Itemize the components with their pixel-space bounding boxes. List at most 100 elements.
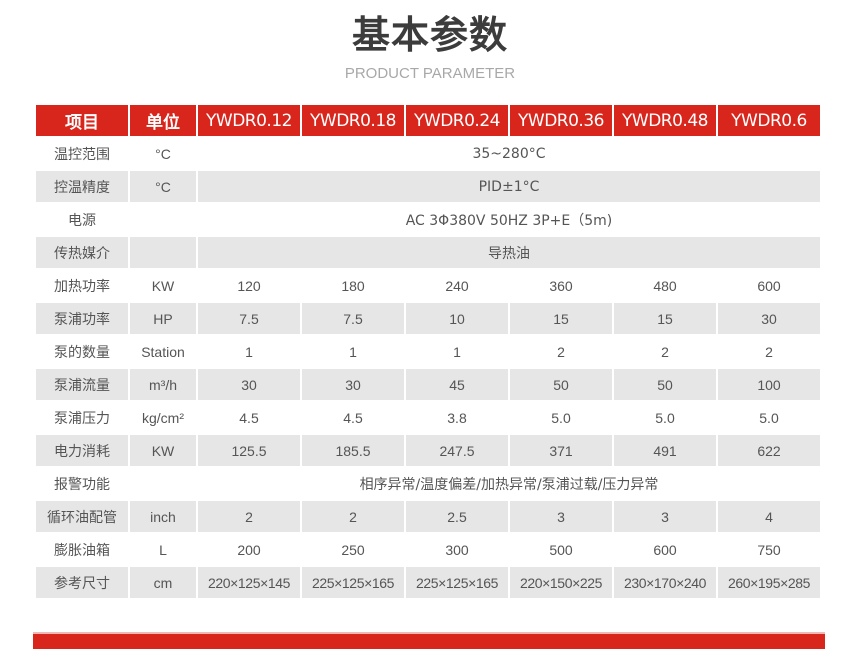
row-cell: 3 [614, 501, 716, 532]
header-unit: 单位 [130, 105, 196, 136]
row-cell: 120 [198, 270, 300, 301]
row-cell: 5.0 [510, 402, 612, 433]
row-cell: 1 [198, 336, 300, 367]
table-row-expansion-tank: 膨胀油箱 L 200 250 300 500 600 750 [36, 534, 820, 565]
table-row-medium: 传热媒介 导热油 [36, 237, 820, 268]
row-label: 电源 [36, 204, 128, 235]
row-label: 温控范围 [36, 138, 128, 169]
row-label: 参考尺寸 [36, 567, 128, 598]
row-unit: Station [130, 336, 196, 367]
row-cell: 371 [510, 435, 612, 466]
footer-accent-bar [33, 632, 825, 649]
row-value: 相序异常/温度偏差/加热异常/泵浦过载/压力异常 [198, 468, 820, 499]
table-header-row: 项目 单位 YWDR0.12 YWDR0.18 YWDR0.24 YWDR0.3… [36, 105, 820, 136]
row-cell: 180 [302, 270, 404, 301]
row-cell: 600 [614, 534, 716, 565]
row-cell: 4.5 [302, 402, 404, 433]
row-label: 泵浦功率 [36, 303, 128, 334]
row-value: 35~280°C [198, 138, 820, 169]
row-unit: °C [130, 171, 196, 202]
row-cell: 1 [406, 336, 508, 367]
header-item: 项目 [36, 105, 128, 136]
table-row-power-supply: 电源 AC 3Φ380V 50HZ 3P+E（5m) [36, 204, 820, 235]
row-cell: 30 [718, 303, 820, 334]
row-cell: 600 [718, 270, 820, 301]
row-cell: 2 [614, 336, 716, 367]
row-cell: 4.5 [198, 402, 300, 433]
row-cell: 240 [406, 270, 508, 301]
row-unit [130, 237, 196, 268]
row-label: 泵浦流量 [36, 369, 128, 400]
row-cell: 2.5 [406, 501, 508, 532]
row-unit: inch [130, 501, 196, 532]
row-cell: 5.0 [614, 402, 716, 433]
row-cell: 480 [614, 270, 716, 301]
row-cell: 50 [614, 369, 716, 400]
header-model: YWDR0.12 [198, 105, 300, 136]
row-value: 导热油 [198, 237, 820, 268]
row-cell: 225×125×165 [406, 567, 508, 598]
row-unit [130, 204, 196, 235]
row-unit: L [130, 534, 196, 565]
row-cell: 30 [302, 369, 404, 400]
row-cell: 1 [302, 336, 404, 367]
row-label: 控温精度 [36, 171, 128, 202]
table-row-power-consumption: 电力消耗 KW 125.5 185.5 247.5 371 491 622 [36, 435, 820, 466]
row-cell: 622 [718, 435, 820, 466]
row-cell: 2 [198, 501, 300, 532]
row-cell: 125.5 [198, 435, 300, 466]
row-value: PID±1°C [198, 171, 820, 202]
row-cell: 260×195×285 [718, 567, 820, 598]
row-cell: 2 [302, 501, 404, 532]
row-cell: 7.5 [302, 303, 404, 334]
row-cell: 750 [718, 534, 820, 565]
row-cell: 491 [614, 435, 716, 466]
header-model: YWDR0.24 [406, 105, 508, 136]
row-cell: 2 [510, 336, 612, 367]
row-unit: cm [130, 567, 196, 598]
row-cell: 360 [510, 270, 612, 301]
table-row-temp-range: 温控范围 °C 35~280°C [36, 138, 820, 169]
row-cell: 15 [510, 303, 612, 334]
table-row-alarm: 报警功能 相序异常/温度偏差/加热异常/泵浦过载/压力异常 [36, 468, 820, 499]
header-model: YWDR0.48 [614, 105, 716, 136]
header-model: YWDR0.18 [302, 105, 404, 136]
row-cell: 45 [406, 369, 508, 400]
row-unit: °C [130, 138, 196, 169]
parameter-table: 项目 单位 YWDR0.12 YWDR0.18 YWDR0.24 YWDR0.3… [34, 103, 822, 600]
row-unit: HP [130, 303, 196, 334]
row-label: 电力消耗 [36, 435, 128, 466]
table-row-temp-precision: 控温精度 °C PID±1°C [36, 171, 820, 202]
row-label: 加热功率 [36, 270, 128, 301]
row-cell: 100 [718, 369, 820, 400]
row-unit [130, 468, 196, 499]
row-cell: 4 [718, 501, 820, 532]
table-row-oil-pipe: 循环油配管 inch 2 2 2.5 3 3 4 [36, 501, 820, 532]
row-cell: 30 [198, 369, 300, 400]
row-label: 泵浦压力 [36, 402, 128, 433]
row-label: 报警功能 [36, 468, 128, 499]
row-unit: m³/h [130, 369, 196, 400]
row-cell: 7.5 [198, 303, 300, 334]
page-title: 基本参数 [351, 13, 508, 57]
row-cell: 230×170×240 [614, 567, 716, 598]
table-row-pump-pressure: 泵浦压力 kg/cm² 4.5 4.5 3.8 5.0 5.0 5.0 [36, 402, 820, 433]
row-cell: 15 [614, 303, 716, 334]
row-cell: 200 [198, 534, 300, 565]
row-unit: kg/cm² [130, 402, 196, 433]
row-cell: 3 [510, 501, 612, 532]
table-row-pump-power: 泵浦功率 HP 7.5 7.5 10 15 15 30 [36, 303, 820, 334]
row-cell: 220×125×145 [198, 567, 300, 598]
row-cell: 185.5 [302, 435, 404, 466]
row-cell: 300 [406, 534, 508, 565]
row-unit: KW [130, 435, 196, 466]
row-cell: 225×125×165 [302, 567, 404, 598]
row-label: 循环油配管 [36, 501, 128, 532]
row-cell: 500 [510, 534, 612, 565]
row-unit: KW [130, 270, 196, 301]
table-row-pump-count: 泵的数量 Station 1 1 1 2 2 2 [36, 336, 820, 367]
row-cell: 10 [406, 303, 508, 334]
row-value: AC 3Φ380V 50HZ 3P+E（5m) [198, 204, 820, 235]
page-subtitle: PRODUCT PARAMETER [344, 65, 516, 82]
row-cell: 2 [718, 336, 820, 367]
